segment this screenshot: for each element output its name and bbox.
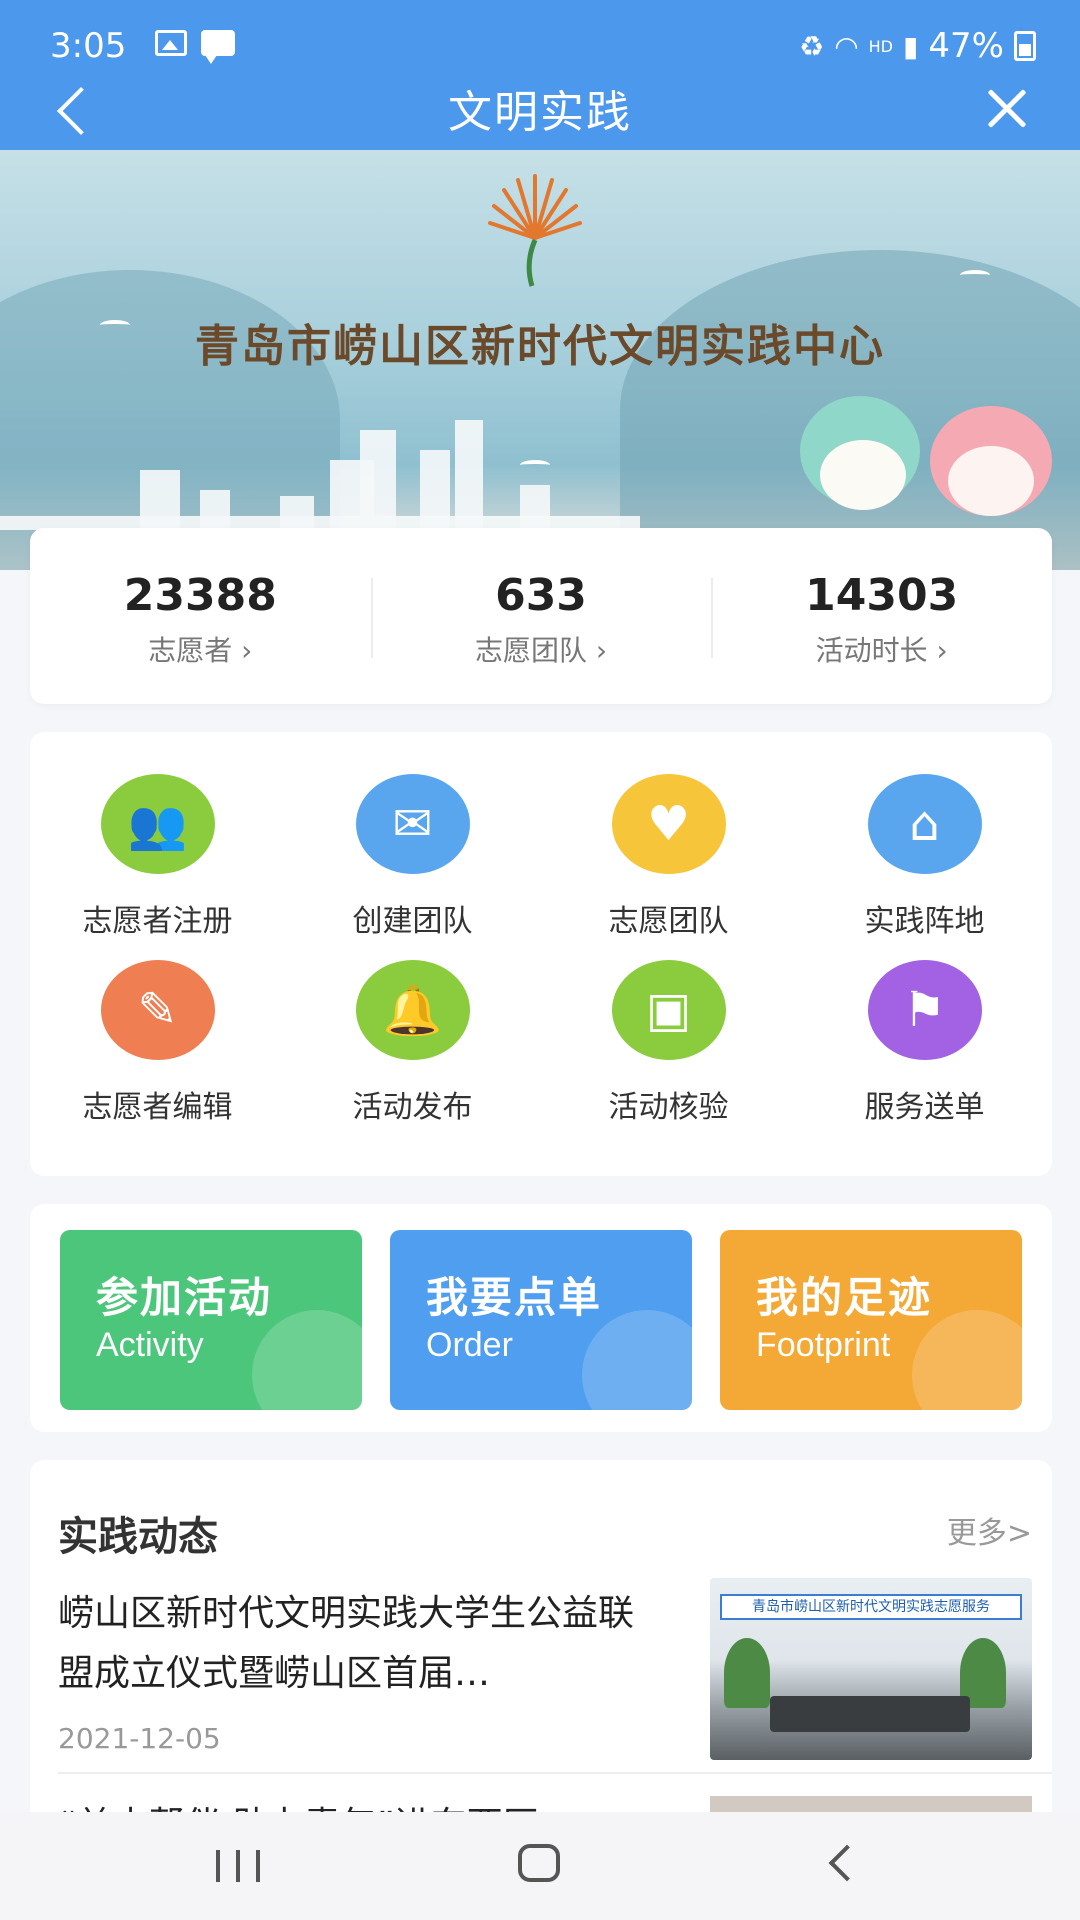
stat-value: 14303 [805,570,959,621]
feature-label: 服务送单 [864,1090,985,1125]
recent-apps-button[interactable] [216,1850,260,1882]
place-order-card[interactable]: 我要点单 Order [390,1230,692,1410]
star-icon [252,1310,362,1410]
recycle-icon: ♻ [799,29,825,63]
stat-label: 志愿者 › [148,634,253,667]
flag-icon: ⚑ [867,960,982,1060]
footprint-icon [912,1310,1022,1410]
status-time: 3:05 [50,26,127,66]
footprint-icon: ✎ [100,960,215,1060]
feature-grid: 👥 志愿者注册 ✉ 创建团队 ♥ 志愿团队 ⌂ 实践阵地 ✎ 志愿者编辑 🔔 活… [30,732,1052,1176]
city-skyline [0,410,640,530]
stat-value: 633 [495,570,587,621]
close-button[interactable] [980,82,1036,138]
stat-hours[interactable]: 14303 活动时长 › [711,528,1052,704]
receipt-icon [582,1310,692,1410]
bell-icon: 🔔 [355,960,470,1060]
hero-banner[interactable]: 青岛市崂山区新时代文明实践中心 [0,150,1080,570]
message-icon [201,30,235,64]
stat-label: 志愿团队 › [474,634,608,667]
feature-volunteer-register[interactable]: 👥 志愿者注册 [30,774,285,939]
mascot-face [948,446,1034,516]
feature-create-team[interactable]: ✉ 创建团队 [285,774,540,939]
app-header: 3:05 ♻ ◠ HD ▮ 47% 文明实践 [0,0,1080,150]
news-heading: 实践动态 [58,1514,218,1560]
home-button[interactable] [518,1844,560,1882]
hd-label: HD [868,36,893,56]
action-subtitle: Footprint [756,1326,891,1364]
battery-percent: 47% [928,26,1004,66]
feature-label: 创建团队 [352,904,473,939]
news-date: 2021-12-05 [58,1722,221,1755]
bird-icon [960,270,990,280]
action-title: 我的足迹 [756,1273,933,1322]
back-nav-button[interactable] [828,1844,866,1882]
plant-shape [724,1638,770,1708]
feature-volunteer-edit[interactable]: ✎ 志愿者编辑 [30,960,285,1125]
feature-activity-publish[interactable]: 🔔 活动发布 [285,960,540,1125]
title-bar: 文明实践 [0,70,1080,150]
stat-teams[interactable]: 633 志愿团队 › [370,528,712,704]
home-icon: ⌂ [867,774,982,874]
feature-label: 活动核验 [608,1090,729,1125]
scan-icon: ▣ [611,960,726,1060]
gallery-icon [155,30,187,56]
envelope-heart-icon: ✉ [355,774,470,874]
battery-icon [1014,31,1036,61]
news-thumbnail: 青岛市崂山区新时代文明实践志愿服务 [710,1578,1032,1760]
status-system-icons: ♻ ◠ HD ▮ 47% [799,26,1036,66]
system-nav-bar [0,1812,1080,1920]
stat-volunteers[interactable]: 23388 志愿者 › [30,528,371,704]
news-item[interactable]: 崂山区新时代文明实践大学生公益联盟成立仪式暨崂山区首届… 2021-12-05 … [58,1578,1032,1768]
my-footprint-card[interactable]: 我的足迹 Footprint [720,1230,1022,1410]
bird-icon [100,320,130,330]
action-subtitle: Order [426,1326,513,1364]
thumbnail-banner-text: 青岛市崂山区新时代文明实践志愿服务 [720,1594,1022,1620]
mascot-face [820,440,906,510]
stat-value: 23388 [123,570,277,621]
status-notification-icons [155,30,235,64]
feature-label: 实践阵地 [864,904,985,939]
action-cards: 参加活动 Activity 我要点单 Order 我的足迹 Footprint [30,1204,1052,1432]
feature-label: 志愿者编辑 [82,1090,233,1125]
center-logo-icon [488,174,582,287]
table-shape [770,1696,970,1732]
news-more-link[interactable]: 更多> [947,1508,1032,1552]
feature-activity-verify[interactable]: ▣ 活动核验 [541,960,796,1125]
action-title: 参加活动 [96,1273,273,1322]
feature-practice-base[interactable]: ⌂ 实践阵地 [797,774,1052,939]
feature-label: 活动发布 [352,1090,473,1125]
divider [58,1772,1052,1774]
user-group-icon: 👥 [100,774,215,874]
action-subtitle: Activity [96,1326,204,1364]
stat-label: 活动时长 › [815,634,948,667]
wifi-icon: ◠ [834,29,859,63]
signal-icon: ▮ [903,29,919,63]
action-title: 我要点单 [426,1273,603,1322]
feature-volunteer-team[interactable]: ♥ 志愿团队 [541,774,796,939]
banner-title: 青岛市崂山区新时代文明实践中心 [195,321,885,372]
news-title: 崂山区新时代文明实践大学生公益联盟成立仪式暨崂山区首届… [58,1593,635,1694]
chat-heart-icon: ♥ [611,774,726,874]
feature-label: 志愿团队 [608,904,729,939]
feature-label: 志愿者注册 [82,904,233,939]
news-section: 实践动态 更多> 崂山区新时代文明实践大学生公益联盟成立仪式暨崂山区首届… 20… [30,1460,1052,1840]
feature-service-order[interactable]: ⚑ 服务送单 [797,960,1052,1125]
join-activity-card[interactable]: 参加活动 Activity [60,1230,362,1410]
page-title: 文明实践 [448,87,632,138]
stats-card: 23388 志愿者 › 633 志愿团队 › 14303 活动时长 › [30,528,1052,704]
